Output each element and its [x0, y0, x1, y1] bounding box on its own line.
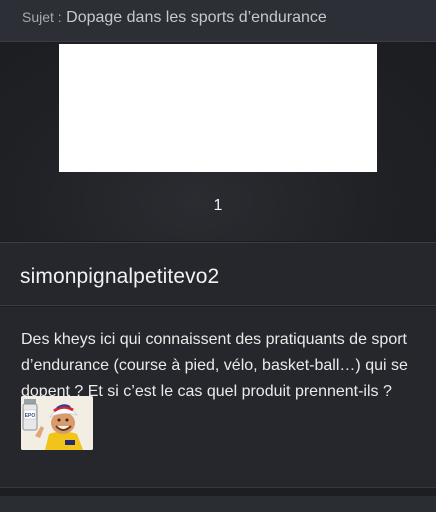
topic-title: Dopage dans les sports d’endurance [66, 9, 327, 26]
post-author[interactable]: simonpignalpetitevo2 [0, 242, 436, 306]
risitas-sticker-icon[interactable]: EPO [21, 396, 93, 450]
topic-prefix: Sujet : [22, 9, 62, 25]
topic-header: Sujet : Dopage dans les sports d’enduran… [0, 0, 436, 42]
sticker-vial-label: EPO [25, 413, 36, 419]
post-separator [0, 487, 436, 512]
next-post-edge [0, 496, 436, 512]
sticker-drawing: EPO [21, 396, 93, 450]
post-message: Des kheys ici qui connaissent des pratiq… [0, 307, 436, 487]
carousel-image[interactable] [59, 44, 377, 172]
post-body: Des kheys ici qui connaissent des pratiq… [21, 331, 408, 400]
carousel-page-number[interactable]: 1 [0, 197, 436, 215]
media-carousel: 1 [0, 43, 436, 241]
